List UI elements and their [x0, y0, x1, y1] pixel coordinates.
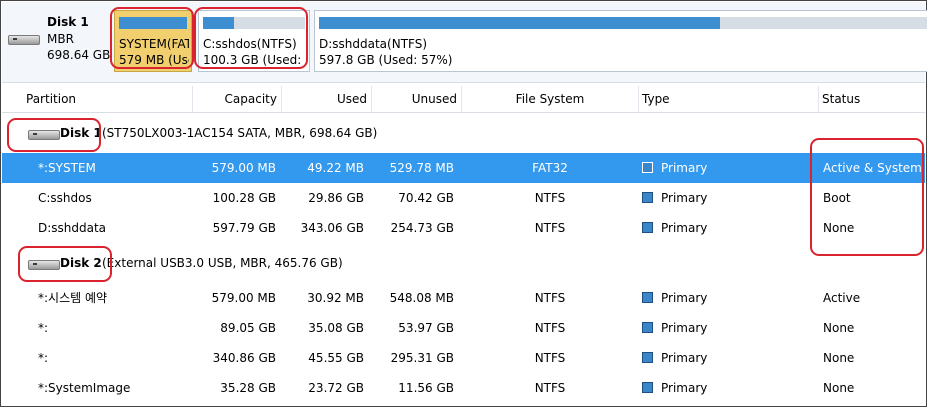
cell-status: Active [823, 291, 861, 305]
cell-unused: 548.08 MB [389, 291, 454, 305]
partition-type-icon [642, 162, 653, 173]
cell-type: Primary [642, 153, 818, 183]
cell-status: None [823, 351, 855, 365]
partition-type-icon [642, 222, 653, 233]
cell-type: Primary [642, 183, 818, 213]
cell-capacity: 579.00 MB [211, 161, 276, 175]
table-row[interactable]: *:SystemImage 35.28 GB 23.72 GB 11.56 GB… [2, 373, 925, 403]
cell-capacity: 100.28 GB [212, 191, 276, 205]
annotation-oval [194, 7, 308, 69]
partition-type-icon [642, 382, 653, 393]
cell-partition: *: [38, 321, 49, 335]
partition-type-icon [642, 322, 653, 333]
cell-type: Primary [642, 343, 818, 373]
partition-block-info: 597.8 GB (Used: 57%) [319, 53, 453, 67]
disk-row-2[interactable]: Disk 2 (External USB3.0 USB, MBR, 465.76… [2, 248, 925, 278]
cell-used: 49.22 MB [307, 161, 364, 175]
cell-used: 343.06 GB [300, 221, 364, 235]
cell-partition: *: [38, 351, 49, 365]
disk-map-size: 698.64 GB [47, 48, 111, 62]
column-header-partition[interactable]: Partition [2, 86, 193, 112]
cell-capacity: 89.05 GB [220, 321, 276, 335]
column-header-capacity[interactable]: Capacity [192, 86, 282, 112]
cell-capacity: 35.28 GB [220, 381, 276, 395]
cell-status: None [823, 321, 855, 335]
cell-type: Primary [642, 213, 818, 243]
hard-disk-icon [8, 32, 40, 45]
annotation-oval [810, 138, 924, 256]
cell-type: Primary [642, 283, 818, 313]
cell-unused: 11.56 GB [398, 381, 454, 395]
cell-capacity: 340.86 GB [212, 351, 276, 365]
cell-file-system: NTFS [534, 321, 566, 335]
table-row[interactable]: *: 340.86 GB 45.55 GB 295.31 GB NTFS Pri… [2, 343, 925, 373]
annotation-oval [7, 118, 101, 152]
cell-used: 45.55 GB [308, 351, 364, 365]
column-header-type[interactable]: Type [638, 86, 819, 112]
cell-type: Primary [642, 373, 818, 403]
partition-type-icon [642, 292, 653, 303]
column-header-status[interactable]: Status [818, 86, 925, 112]
table-row[interactable]: *:SYSTEM 579.00 MB 49.22 MB 529.78 MB FA… [2, 153, 925, 183]
disk-map-label: Disk 1 [47, 15, 89, 29]
disk-description: (External USB3.0 USB, MBR, 465.76 GB) [102, 256, 343, 270]
usage-bar-fill [319, 17, 721, 29]
partition-block-d[interactable]: D:sshddata(NTFS) 597.8 GB (Used: 57%) [314, 10, 927, 72]
usage-bar [319, 17, 927, 29]
cell-file-system: NTFS [534, 191, 566, 205]
cell-partition: *:SYSTEM [38, 161, 96, 175]
cell-unused: 70.42 GB [398, 191, 454, 205]
cell-unused: 529.78 MB [389, 161, 454, 175]
partition-type-icon [642, 352, 653, 363]
cell-partition: C:sshdos [38, 191, 92, 205]
cell-partition: D:sshddata [38, 221, 107, 235]
cell-used: 35.08 GB [308, 321, 364, 335]
annotation-oval [18, 246, 112, 282]
table-row[interactable]: C:sshdos 100.28 GB 29.86 GB 70.42 GB NTF… [2, 183, 925, 213]
partition-type-icon [642, 192, 653, 203]
cell-file-system: NTFS [534, 221, 566, 235]
cell-used: 30.92 MB [307, 291, 364, 305]
cell-file-system: NTFS [534, 381, 566, 395]
cell-status: None [823, 381, 855, 395]
column-header-unused[interactable]: Unused [372, 86, 462, 112]
table-row[interactable]: *: 89.05 GB 35.08 GB 53.97 GB NTFS Prima… [2, 313, 925, 343]
partition-block-name: D:sshddata(NTFS) [319, 37, 428, 51]
cell-partition: *:시스템 예약 [38, 291, 108, 305]
table-row[interactable]: *:시스템 예약 579.00 MB 30.92 MB 548.08 MB NT… [2, 283, 925, 313]
cell-file-system: NTFS [534, 351, 566, 365]
column-header-used[interactable]: Used [282, 86, 372, 112]
cell-partition: *:SystemImage [38, 381, 131, 395]
disk-map-type: MBR [47, 32, 74, 46]
cell-file-system: NTFS [534, 291, 566, 305]
disk-description: (ST750LX003-1AC154 SATA, MBR, 698.64 GB) [102, 126, 378, 140]
table-row[interactable]: D:sshddata 597.79 GB 343.06 GB 254.73 GB… [2, 213, 925, 243]
cell-capacity: 597.79 GB [212, 221, 276, 235]
cell-used: 23.72 GB [308, 381, 364, 395]
cell-capacity: 579.00 MB [211, 291, 276, 305]
cell-used: 29.86 GB [308, 191, 364, 205]
cell-unused: 53.97 GB [398, 321, 454, 335]
annotation-oval [110, 7, 194, 69]
column-header-file-system[interactable]: File System [462, 86, 639, 112]
cell-unused: 254.73 GB [390, 221, 454, 235]
cell-type: Primary [642, 313, 818, 343]
cell-unused: 295.31 GB [390, 351, 454, 365]
disk-row-1[interactable]: Disk 1 (ST750LX003-1AC154 SATA, MBR, 698… [2, 118, 925, 148]
partition-table-header: Partition Capacity Used Unused File Syst… [2, 86, 925, 113]
cell-file-system: FAT32 [532, 161, 568, 175]
